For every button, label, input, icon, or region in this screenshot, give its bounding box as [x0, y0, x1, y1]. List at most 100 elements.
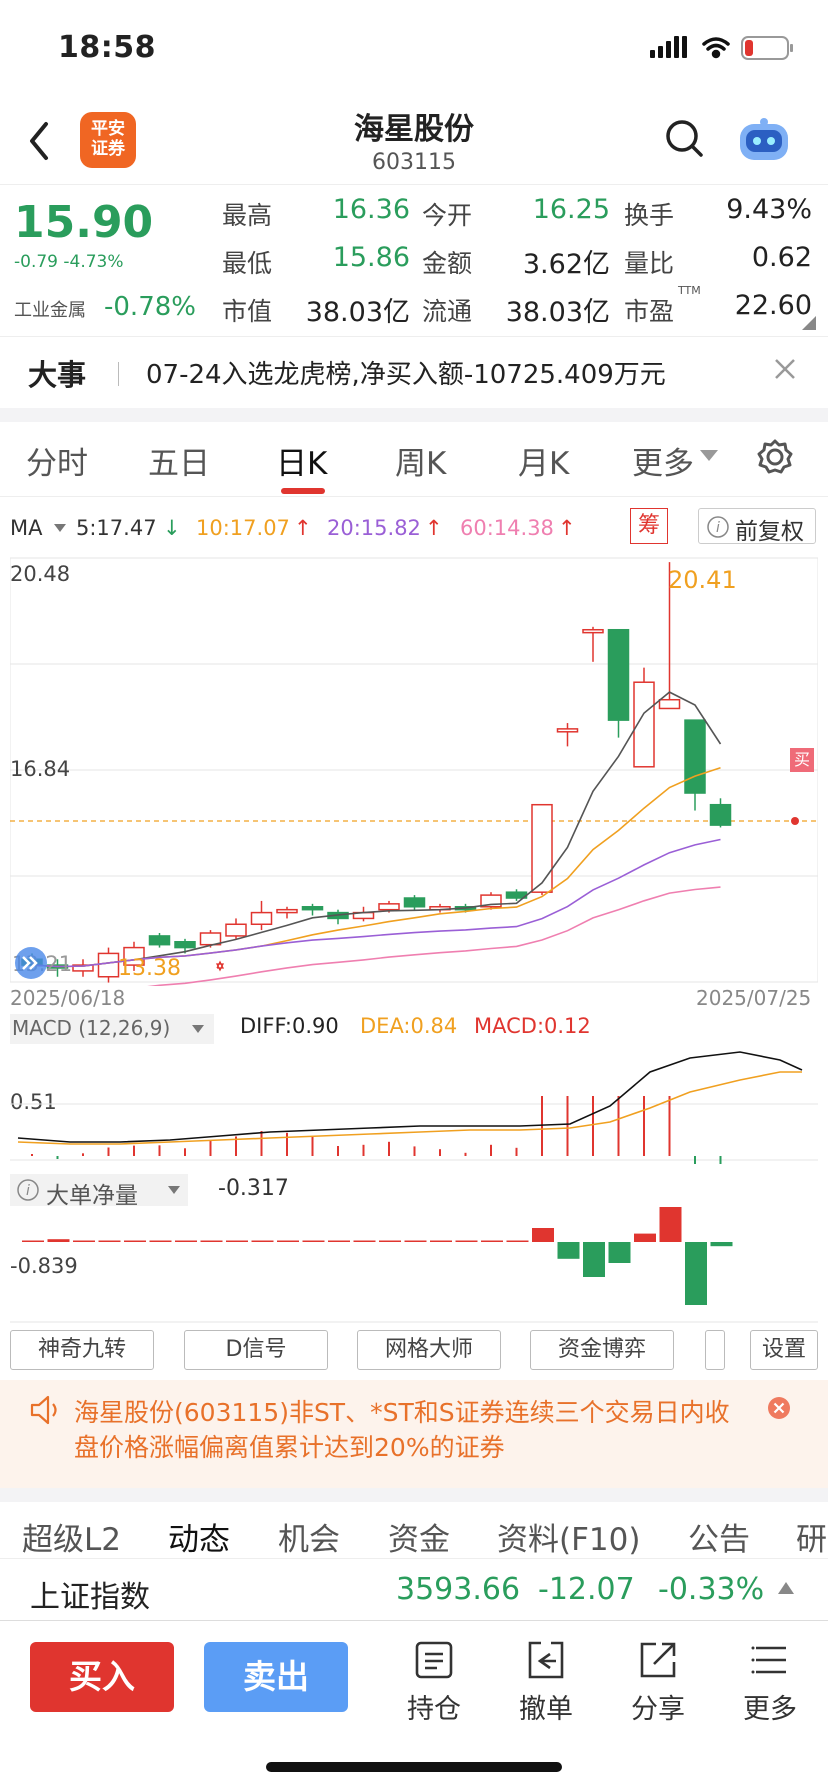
chevron-down-icon [168, 1186, 180, 1194]
tool-grid-master[interactable]: 网格大师 [357, 1330, 501, 1370]
chevron-up-icon[interactable] [778, 1582, 794, 1594]
bigorder-bar [481, 1240, 503, 1242]
share-icon [640, 1642, 676, 1678]
bigorder-selector[interactable]: i 大单净量 [10, 1174, 188, 1209]
adjust-button[interactable]: i 前复权 [698, 508, 816, 545]
stat-value: 16.25 [532, 194, 610, 225]
macd-selector[interactable]: MACD (12,26,9) [10, 1014, 214, 1044]
stat-value: 3.62亿 [522, 249, 610, 280]
macd-label: MACD (12,26,9) [12, 1016, 171, 1040]
tool-more[interactable] [705, 1330, 725, 1370]
bigorder-bar [379, 1240, 401, 1242]
start-date: 2025/06/18 [10, 986, 126, 1010]
divider [118, 362, 119, 386]
news-text[interactable]: 07-24入选龙虎榜,净买入额-10725.409万元 [146, 354, 666, 391]
tab-news[interactable]: 动态 [168, 1514, 230, 1559]
macd-diff: DIFF:0.90 [240, 1014, 339, 1038]
bigorder-bar [22, 1240, 44, 1242]
bigorder-bar [685, 1242, 707, 1305]
divider [0, 408, 828, 422]
stat-label: 换手 [624, 201, 675, 230]
status-time: 18:58 [58, 30, 156, 65]
close-icon[interactable] [767, 1396, 791, 1420]
tab-research[interactable]: 研 [796, 1514, 828, 1559]
tool-fund-game[interactable]: 资金博弈 [530, 1330, 674, 1370]
active-tab-indicator [281, 488, 325, 494]
bigorder-bar [557, 1242, 580, 1259]
tool-d-signal[interactable]: D信号 [184, 1330, 328, 1370]
stat-label: 金额 [422, 249, 473, 278]
tab-funds[interactable]: 资金 [388, 1514, 450, 1559]
tab-weekly-k[interactable]: 周K [395, 438, 446, 483]
bigorder-chart[interactable] [10, 1206, 818, 1326]
bigorder-bar [226, 1240, 248, 1242]
share-button[interactable]: 分享 [618, 1640, 698, 1726]
bigorder-bar [251, 1240, 274, 1242]
ma60-value: 60:14.38 [460, 516, 554, 540]
bigorder-bar [124, 1240, 146, 1242]
macd-value: MACD:0.12 [474, 1014, 591, 1038]
tab-announcement[interactable]: 公告 [688, 1514, 750, 1559]
bigorder-bar [302, 1240, 325, 1242]
holdings-button[interactable]: 持仓 [394, 1640, 474, 1726]
buy-button[interactable]: 买入 [30, 1642, 174, 1712]
candle-body [148, 935, 171, 946]
tab-intraday[interactable]: 分时 [26, 438, 88, 483]
close-icon[interactable] [774, 358, 796, 380]
cancel-order-button[interactable]: 撤单 [506, 1640, 586, 1726]
bigorder-bar [430, 1240, 452, 1242]
tab-five-day[interactable]: 五日 [148, 438, 210, 483]
speaker-icon [30, 1395, 57, 1425]
robot-assistant-icon[interactable] [736, 116, 792, 164]
warning-text: 海星股份(603115)非ST、*ST和S证券连续三个交易日内收盘价格涨幅偏离值… [74, 1398, 730, 1462]
arrow-up-icon: ↑ [294, 516, 312, 540]
tab-super-l2[interactable]: 超级L2 [22, 1514, 121, 1559]
search-icon[interactable] [664, 118, 704, 162]
tab-more[interactable]: 更多 [632, 438, 694, 483]
candle-body [684, 719, 706, 794]
bigorder-bar [634, 1233, 656, 1242]
sell-button[interactable]: 卖出 [204, 1642, 348, 1712]
candle-body [250, 911, 273, 926]
last-price: 15.90 [14, 197, 154, 248]
diff-line [17, 1051, 803, 1143]
expand-icon[interactable] [14, 946, 48, 980]
candle-body [556, 728, 579, 733]
stat-value: 16.36 [332, 194, 410, 225]
stat-value: 0.62 [751, 242, 812, 273]
bigorder-label: 大单净量 [46, 1183, 138, 1209]
y-max-label: 20.48 [10, 562, 71, 586]
candle-body [403, 897, 426, 908]
candle-body [301, 906, 324, 911]
bigorder-bar [404, 1240, 427, 1242]
tool-nine-turn[interactable]: 神奇九转 [10, 1330, 154, 1370]
info-icon: i [707, 516, 729, 538]
bigorder-bar [73, 1240, 95, 1242]
more-menu-icon [751, 1646, 786, 1674]
wifi-icon [702, 37, 730, 59]
settings-gear-icon[interactable] [756, 438, 794, 476]
home-indicator [266, 1762, 562, 1772]
macd-dea: DEA:0.84 [360, 1014, 458, 1038]
tab-f10[interactable]: 资料(F10) [497, 1514, 640, 1559]
dea-line [17, 1071, 802, 1145]
more-button[interactable]: 更多 [730, 1640, 810, 1726]
stat-value: 15.86 [332, 242, 410, 273]
tab-monthly-k[interactable]: 月K [518, 438, 569, 483]
sector-change[interactable]: -0.78% [104, 292, 196, 322]
end-date: 2025/07/25 [696, 986, 812, 1010]
bigorder-bar [353, 1240, 376, 1242]
bigorder-bar [455, 1240, 478, 1242]
chips-button[interactable]: 筹 [630, 508, 668, 544]
macd-chart[interactable] [10, 1046, 818, 1172]
share-label: 分享 [631, 1694, 685, 1725]
stat-label: 流通 [422, 297, 473, 326]
kline-chart[interactable] [10, 556, 818, 986]
sector-label[interactable]: 工业金属 [14, 296, 86, 322]
tool-settings[interactable]: 设置 [750, 1330, 818, 1370]
tab-daily-k[interactable]: 日K [276, 438, 327, 483]
tab-opportunity[interactable]: 机会 [278, 1514, 340, 1559]
stat-label: 市盈 [624, 297, 675, 326]
ma-label[interactable]: MA [10, 516, 42, 540]
svg-text:i: i [716, 520, 720, 536]
